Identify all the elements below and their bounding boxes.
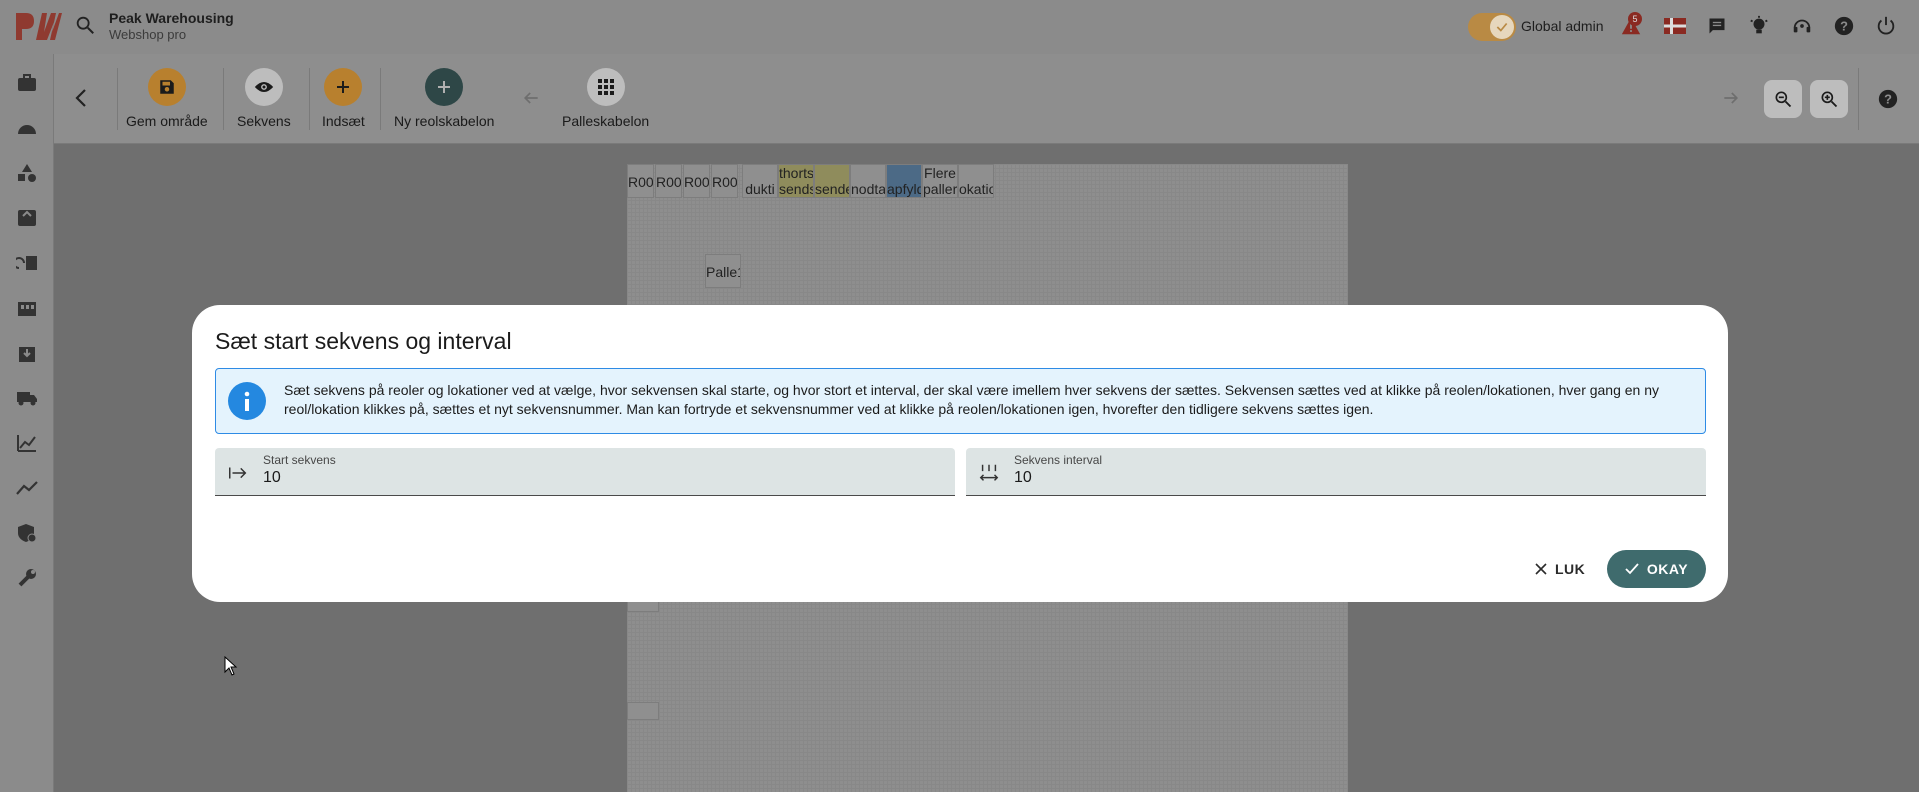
arrow-right-icon[interactable] — [1721, 88, 1741, 108]
grid-icon — [586, 68, 625, 106]
okay-label: OKAY — [1646, 561, 1689, 577]
new-rack-template-button[interactable]: Ny reolskabelon — [394, 68, 494, 129]
svg-text:?: ? — [1884, 92, 1892, 107]
close-icon — [1535, 563, 1547, 575]
save-icon — [147, 68, 186, 106]
company-name: Peak Warehousing — [109, 10, 234, 26]
divider — [309, 68, 310, 130]
new-rack-template-label: Ny reolskabelon — [394, 113, 495, 129]
plus-icon — [425, 68, 464, 106]
help-icon[interactable]: ? — [1832, 14, 1856, 38]
location-cell[interactable]: sende — [814, 164, 850, 198]
dialog-title: Sæt start sekvens og interval — [215, 328, 512, 354]
check-icon — [1625, 563, 1639, 575]
rack-cell[interactable]: R00 — [655, 164, 682, 198]
location-cell[interactable]: thorts- sends — [778, 164, 814, 198]
interval-icon — [979, 464, 999, 481]
sequence-interval-input[interactable] — [1014, 469, 1674, 487]
sequence-button[interactable]: Sekvens — [237, 68, 291, 129]
start-sequence-input[interactable] — [263, 469, 923, 487]
info-alert: Sæt sekvens på reoler og lokationer ved … — [215, 368, 1706, 434]
chart-icon[interactable] — [14, 430, 40, 456]
sequence-interval-label: Sekvens interval — [1014, 453, 1103, 467]
admin-toggle[interactable] — [1468, 13, 1516, 41]
save-area-label: Gem område — [126, 113, 208, 129]
lightbulb-icon[interactable] — [1747, 14, 1771, 38]
role-label: Global admin — [1521, 18, 1604, 34]
zoom-in-icon — [1821, 91, 1838, 108]
start-sequence-field[interactable]: Start sekvens — [215, 448, 955, 496]
peak-logo-icon[interactable] — [14, 10, 62, 43]
chevron-left-icon[interactable] — [70, 86, 94, 110]
chat-icon[interactable] — [1705, 14, 1729, 38]
mouse-cursor-icon — [224, 656, 238, 676]
close-button[interactable]: LUK — [1535, 550, 1585, 588]
info-icon — [228, 382, 266, 420]
divider — [117, 68, 118, 130]
returns-icon[interactable] — [14, 250, 40, 276]
divider — [223, 68, 224, 130]
okay-button[interactable]: OKAY — [1607, 550, 1706, 588]
warehouse-icon[interactable] — [14, 295, 40, 321]
sequence-label: Sekvens — [237, 113, 291, 129]
rack-cell[interactable]: R00 — [683, 164, 710, 198]
insert-label: Indsæt — [322, 113, 365, 129]
security-icon[interactable] — [14, 520, 40, 546]
top-bar: Peak Warehousing Webshop pro Global admi… — [0, 0, 1919, 54]
location-cell[interactable]: okatio — [958, 164, 994, 198]
help-icon[interactable]: ? — [1877, 88, 1899, 110]
location-cell[interactable]: apfyld — [886, 164, 922, 198]
arrow-left-icon[interactable] — [521, 88, 541, 108]
notification-badge: 5 — [1628, 12, 1642, 26]
location-cell[interactable]: nodta — [850, 164, 886, 198]
eye-icon — [244, 68, 283, 106]
danish-flag-icon[interactable] — [1663, 14, 1687, 38]
rack-cell[interactable]: R00 — [711, 164, 738, 198]
support-icon[interactable] — [1790, 14, 1814, 38]
check-icon — [1490, 15, 1514, 39]
start-sequence-label: Start sekvens — [263, 453, 336, 467]
info-text: Sæt sekvens på reoler og lokationer ved … — [284, 382, 1660, 417]
location-cell[interactable]: dukti — [742, 164, 778, 198]
divider — [1858, 68, 1859, 130]
divider — [380, 68, 381, 130]
wrench-icon[interactable] — [14, 565, 40, 591]
close-label: LUK — [1555, 561, 1586, 577]
start-arrow-icon — [229, 467, 247, 479]
receive-icon[interactable] — [14, 340, 40, 366]
zoom-out-button[interactable] — [1764, 80, 1802, 118]
inbox-icon[interactable] — [14, 205, 40, 231]
search-icon[interactable] — [74, 14, 96, 36]
sequence-dialog: Sæt start sekvens og interval Sæt sekven… — [192, 305, 1728, 602]
svg-text:?: ? — [1840, 19, 1848, 34]
save-area-button[interactable]: Gem område — [126, 68, 208, 129]
pallet-cell[interactable]: Palle1 — [705, 254, 741, 288]
dashboard-icon[interactable] — [14, 115, 40, 141]
pallet-template-button[interactable]: Palleskabelon — [562, 68, 649, 129]
power-icon[interactable] — [1874, 14, 1898, 38]
plus-icon — [324, 68, 363, 106]
pallet-template-label: Palleskabelon — [562, 113, 650, 129]
briefcase-icon[interactable] — [14, 70, 40, 96]
sequence-interval-field[interactable]: Sekvens interval — [966, 448, 1706, 496]
shapes-icon[interactable] — [14, 160, 40, 186]
company-subtitle: Webshop pro — [109, 27, 187, 42]
trend-icon[interactable] — [14, 475, 40, 501]
rack-cell[interactable] — [627, 702, 659, 720]
rack-cell[interactable]: R00 — [627, 164, 654, 198]
truck-icon[interactable] — [14, 385, 40, 411]
insert-button[interactable]: Indsæt — [322, 68, 365, 129]
location-cell[interactable]: Flere paller — [922, 164, 958, 198]
zoom-in-button[interactable] — [1810, 80, 1848, 118]
zoom-out-icon — [1775, 91, 1792, 108]
sidebar — [0, 54, 54, 792]
